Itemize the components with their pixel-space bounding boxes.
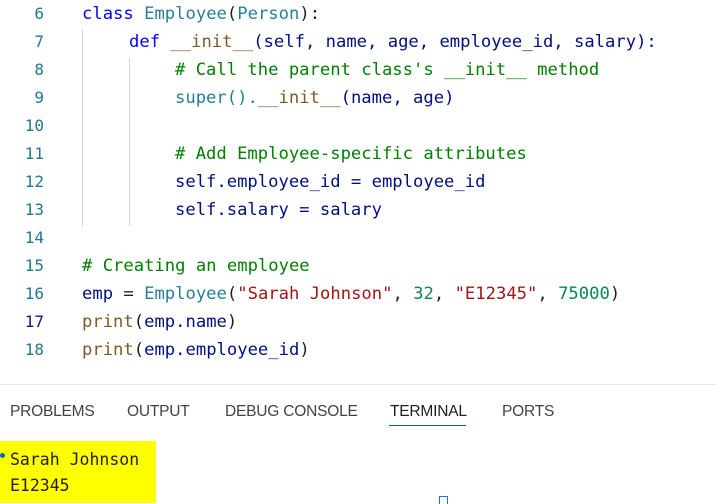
- code-line[interactable]: 16 emp = Employee("Sarah Johnson", 32, "…: [0, 280, 716, 308]
- line-number: 11: [24, 144, 44, 163]
- code-line[interactable]: 7 def __init__(self, name, age, employee…: [0, 28, 716, 56]
- active-tab-indicator: [389, 425, 466, 426]
- line-number: 13: [24, 200, 44, 219]
- line-number: 10: [24, 116, 44, 135]
- panel-tabs: PROBLEMS OUTPUT DEBUG CONSOLE TERMINAL P…: [0, 385, 716, 435]
- tab-problems[interactable]: PROBLEMS: [10, 403, 95, 421]
- tab-terminal[interactable]: TERMINAL: [390, 403, 467, 421]
- code-line[interactable]: 18 print(emp.employee_id): [0, 336, 716, 364]
- terminal-output-highlight: Sarah Johnson E12345: [0, 441, 156, 503]
- code-text: self.employee_id = employee_id: [175, 172, 486, 192]
- code-text: print(emp.name): [82, 312, 238, 332]
- code-text: def __init__(self, name, age, employee_i…: [129, 32, 657, 52]
- code-comment: # Call the parent class's __init__ metho…: [175, 60, 600, 80]
- code-line[interactable]: 8 # Call the parent class's __init__ met…: [0, 56, 716, 84]
- code-line[interactable]: 14: [0, 224, 716, 252]
- line-number: 6: [34, 4, 44, 23]
- code-line[interactable]: 6 class Employee(Person):: [0, 0, 716, 28]
- line-number: 18: [24, 340, 44, 359]
- line-number: 9: [34, 88, 44, 107]
- tab-ports[interactable]: PORTS: [502, 403, 554, 421]
- code-comment: # Add Employee-specific attributes: [175, 144, 527, 164]
- line-number: 12: [24, 172, 44, 191]
- code-line[interactable]: 15 # Creating an employee: [0, 252, 716, 280]
- line-number: 15: [24, 256, 44, 275]
- tab-output[interactable]: OUTPUT: [127, 403, 190, 421]
- line-number: 14: [24, 228, 44, 247]
- code-text: self.salary = salary: [175, 200, 382, 220]
- code-comment: # Creating an employee: [82, 256, 310, 276]
- code-text: class Employee(Person):: [82, 4, 321, 24]
- code-line[interactable]: 9 super().__init__(name, age): [0, 84, 716, 112]
- code-line[interactable]: 17 print(emp.name): [0, 308, 716, 336]
- tab-debug-console[interactable]: DEBUG CONSOLE: [225, 403, 358, 421]
- line-number: 8: [34, 60, 44, 79]
- code-line[interactable]: 13 self.salary = salary: [0, 196, 716, 224]
- line-number: 16: [24, 284, 44, 303]
- line-number: 17: [24, 312, 44, 331]
- code-line[interactable]: 10: [0, 112, 716, 140]
- code-line[interactable]: 11 # Add Employee-specific attributes: [0, 140, 716, 168]
- line-number: 7: [34, 32, 44, 51]
- code-text: super().__init__(name, age): [175, 88, 455, 108]
- code-text: print(emp.employee_id): [82, 340, 310, 360]
- terminal-output-line: E12345: [10, 476, 70, 495]
- terminal-output-line: Sarah Johnson: [10, 450, 140, 469]
- code-line[interactable]: 12 self.employee_id = employee_id: [0, 168, 716, 196]
- command-decoration-icon[interactable]: [0, 453, 5, 458]
- code-editor[interactable]: 6 class Employee(Person): 7 def __init__…: [0, 0, 716, 384]
- code-text: emp = Employee("Sarah Johnson", 32, "E12…: [82, 284, 621, 304]
